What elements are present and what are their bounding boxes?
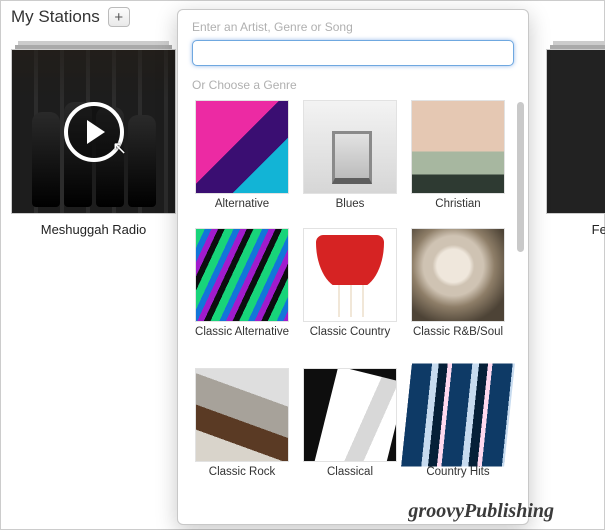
- add-station-popover: Enter an Artist, Genre or Song Or Choose…: [177, 9, 529, 525]
- genre-tile-classic-alternative[interactable]: Classic Alternative: [192, 228, 292, 352]
- station-artwork[interactable]: ↖: [11, 49, 176, 214]
- genre-label: Country Hits: [408, 466, 508, 480]
- genre-label: Classic Rock: [192, 466, 292, 480]
- genre-thumb: [303, 100, 397, 194]
- genre-grid: Alternative Blues Christian Classic Alte…: [178, 96, 528, 490]
- genre-label: Classic R&B/Soul: [408, 326, 508, 352]
- genre-thumb: [411, 100, 505, 194]
- page-title: My Stations: [11, 7, 100, 27]
- genre-tile-classical[interactable]: Classical: [300, 368, 400, 480]
- genre-tile-christian[interactable]: Christian: [408, 100, 508, 212]
- genre-label: Blues: [300, 198, 400, 212]
- watermark: groovyPublishing: [408, 500, 554, 523]
- genre-grid-container: Alternative Blues Christian Classic Alte…: [178, 96, 528, 525]
- genre-label: Classical: [300, 466, 400, 480]
- cursor-icon: ↖: [112, 138, 127, 159]
- station-label: Meshuggah Radio: [11, 222, 176, 237]
- genre-thumb: [303, 228, 397, 322]
- search-input[interactable]: [192, 40, 514, 66]
- station-tile[interactable]: ↖ Meshuggah Radio: [11, 49, 176, 237]
- genre-thumb: [195, 368, 289, 462]
- station-tile[interactable]: FeaR FaCtoRy ♦ B S ♦ L E Fear Factory: [546, 49, 605, 237]
- station-label: Fear Factory: [546, 222, 605, 237]
- genre-tile-classic-rock[interactable]: Classic Rock: [192, 368, 292, 480]
- choose-genre-label: Or Choose a Genre: [178, 66, 528, 96]
- genre-thumb: [195, 228, 289, 322]
- genre-thumb: [303, 368, 397, 462]
- plus-icon: +: [114, 10, 123, 25]
- genre-thumb: [195, 100, 289, 194]
- genre-tile-blues[interactable]: Blues: [300, 100, 400, 212]
- station-artwork[interactable]: FeaR FaCtoRy ♦ B S ♦ L E: [546, 49, 605, 214]
- genre-label: Classic Alternative: [192, 326, 292, 352]
- add-station-button[interactable]: +: [108, 7, 130, 27]
- genre-tile-country-hits[interactable]: Country Hits: [408, 368, 508, 480]
- scrollbar-thumb[interactable]: [517, 102, 524, 252]
- genre-thumb: [411, 228, 505, 322]
- genre-label: Alternative: [192, 198, 292, 212]
- genre-tile-alternative[interactable]: Alternative: [192, 100, 292, 212]
- genre-label: Christian: [408, 198, 508, 212]
- genre-tile-classic-rnb-soul[interactable]: Classic R&B/Soul: [408, 228, 508, 352]
- search-prompt: Enter an Artist, Genre or Song: [178, 10, 528, 36]
- genre-label: Classic Country: [300, 326, 400, 352]
- genre-tile-classic-country[interactable]: Classic Country: [300, 228, 400, 352]
